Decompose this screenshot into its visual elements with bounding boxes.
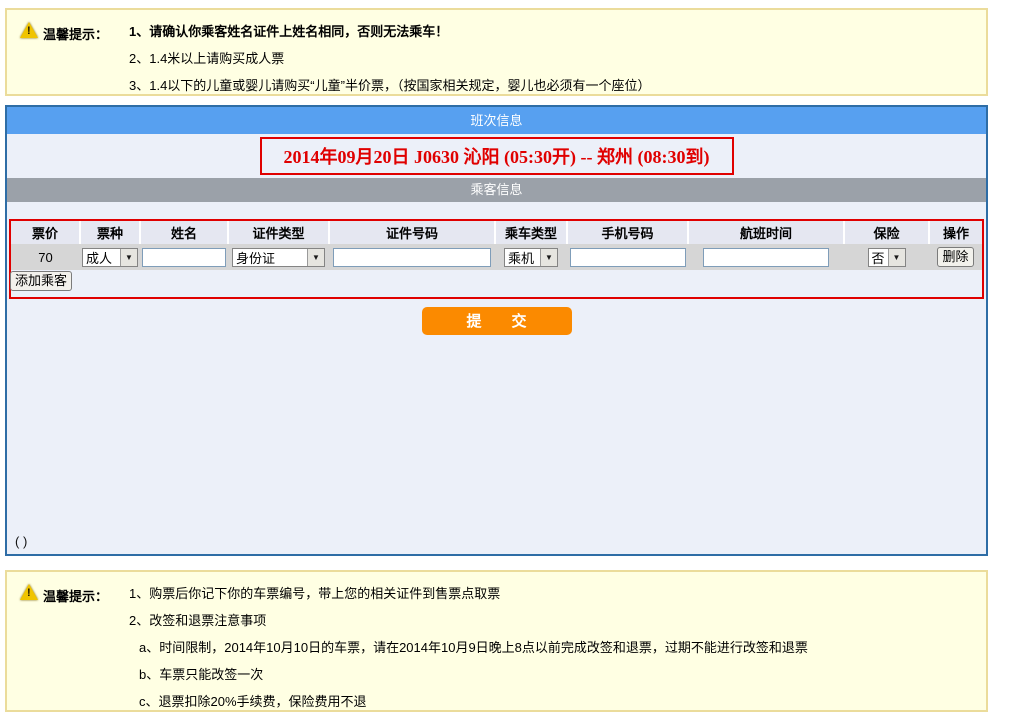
insurance-value: 否	[869, 248, 888, 267]
notice-line: 2、1.4米以上请购买成人票	[129, 45, 650, 72]
passenger-section-header: 乘客信息	[7, 178, 986, 202]
notice-lines: 1、请确认你乘客姓名证件上姓名相同，否则无法乘车！ 2、1.4米以上请购买成人票…	[129, 18, 650, 99]
notice-line: 1、购票后你记下你的车票编号，带上您的相关证件到售票点取票	[129, 580, 808, 607]
col-phone: 手机号码	[567, 221, 688, 244]
insurance-select[interactable]: 否 ▼	[868, 248, 906, 267]
passenger-table-container: 票价 票种 姓名 证件类型 证件号码 乘车类型 手机号码 航班时间 保险 操作	[9, 219, 984, 299]
col-insurance: 保险	[844, 221, 929, 244]
notice-line: 2、改签和退票注意事项	[129, 607, 808, 634]
chevron-down-icon: ▼	[888, 249, 905, 266]
warning-icon	[20, 22, 38, 38]
page: 温馨提示： 1、请确认你乘客姓名证件上姓名相同，否则无法乘车！ 2、1.4米以上…	[0, 0, 1011, 727]
notice-line: b、车票只能改签一次	[129, 661, 808, 688]
delete-button[interactable]: 删除	[937, 247, 973, 267]
submit-row: 提 交	[7, 307, 986, 335]
notice-line: c、退票扣除20%手续费，保险费用不退	[129, 688, 808, 715]
notice-line: a、时间限制，2014年10月10日的车票，请在2014年10月9日晚上8点以前…	[129, 634, 808, 661]
col-id-type: 证件类型	[228, 221, 329, 244]
top-notice-box: 温馨提示： 1、请确认你乘客姓名证件上姓名相同，否则无法乘车！ 2、1.4米以上…	[5, 8, 988, 96]
add-passenger-button[interactable]: 添加乘客	[10, 271, 72, 291]
col-price: 票价	[11, 221, 80, 244]
ticket-type-value: 成人	[83, 248, 120, 267]
notice-title: 温馨提示：	[43, 586, 108, 605]
id-type-select[interactable]: 身份证 ▼	[232, 248, 325, 267]
notice-line: 1、请确认你乘客姓名证件上姓名相同，否则无法乘车！	[129, 18, 650, 45]
passenger-table: 票价 票种 姓名 证件类型 证件号码 乘车类型 手机号码 航班时间 保险 操作	[11, 221, 982, 270]
notice-line: 3、1.4以下的儿童或婴儿请购买“儿童”半价票，（按国家相关规定，婴儿也必须有一…	[129, 72, 650, 99]
col-flight-time: 航班时间	[688, 221, 844, 244]
col-operation: 操作	[929, 221, 982, 244]
trip-info-box: 2014年09月20日 J0630 沁阳 (05:30开) -- 郑州 (08:…	[260, 137, 734, 175]
passenger-row: 70 成人 ▼ 身份证 ▼	[11, 244, 982, 270]
col-id-number: 证件号码	[329, 221, 495, 244]
add-passenger-row: 添加乘客	[11, 270, 982, 297]
flight-time-input[interactable]	[703, 248, 829, 267]
ride-type-select[interactable]: 乘机 ▼	[504, 248, 558, 267]
name-input[interactable]	[142, 248, 226, 267]
trip-row: 2014年09月20日 J0630 沁阳 (05:30开) -- 郑州 (08:…	[7, 134, 986, 178]
spacer	[7, 202, 986, 219]
table-header-row: 票价 票种 姓名 证件类型 证件号码 乘车类型 手机号码 航班时间 保险 操作	[11, 221, 982, 244]
chevron-down-icon: ▼	[120, 249, 137, 266]
chevron-down-icon: ▼	[307, 249, 324, 266]
ride-type-value: 乘机	[505, 248, 540, 267]
footer-note: ( )	[15, 534, 27, 549]
schedule-section-header: 班次信息	[7, 107, 986, 134]
col-name: 姓名	[140, 221, 228, 244]
submit-button[interactable]: 提 交	[422, 307, 572, 335]
booking-panel: 班次信息 2014年09月20日 J0630 沁阳 (05:30开) -- 郑州…	[5, 105, 988, 556]
col-ride-type: 乘车类型	[495, 221, 567, 244]
warning-icon	[20, 584, 38, 600]
price-cell: 70	[11, 244, 80, 270]
phone-input[interactable]	[570, 248, 686, 267]
id-number-input[interactable]	[333, 248, 491, 267]
col-ticket-type: 票种	[80, 221, 140, 244]
bottom-notice-box: 温馨提示： 1、购票后你记下你的车票编号，带上您的相关证件到售票点取票 2、改签…	[5, 570, 988, 712]
trip-info-text: 2014年09月20日 J0630 沁阳 (05:30开) -- 郑州 (08:…	[284, 143, 710, 169]
notice-title: 温馨提示：	[43, 24, 108, 43]
ticket-type-select[interactable]: 成人 ▼	[82, 248, 138, 267]
notice-lines: 1、购票后你记下你的车票编号，带上您的相关证件到售票点取票 2、改签和退票注意事…	[129, 580, 808, 715]
id-type-value: 身份证	[233, 248, 307, 267]
chevron-down-icon: ▼	[540, 249, 557, 266]
